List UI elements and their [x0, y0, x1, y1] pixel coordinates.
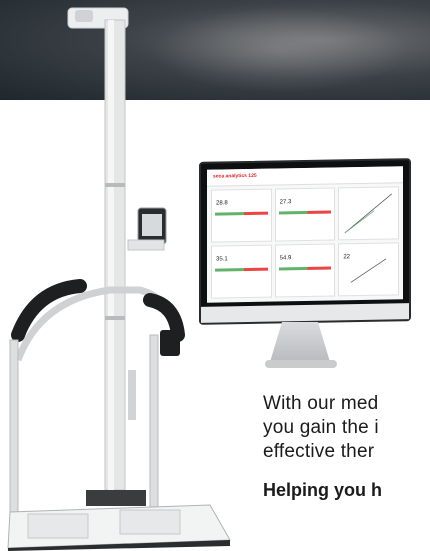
result-tile: 35.1	[211, 244, 272, 299]
app-header: seca analytics 125	[207, 166, 403, 187]
monitor-stand	[270, 322, 330, 362]
result-tile: 28.8	[211, 188, 272, 243]
monitor-image: seca analytics 125 28.8 27.3 35.1 54.9 2…	[199, 158, 411, 325]
result-value: 35.1	[216, 256, 228, 263]
monitor-stand-base	[265, 360, 337, 368]
result-tile-chart	[338, 186, 399, 241]
result-tile: 54.9	[274, 243, 336, 298]
intro-text-line: effective ther	[263, 441, 375, 462]
range-bar	[215, 267, 268, 272]
intro-text-block: With our med you gain the i effective th…	[263, 392, 430, 501]
results-grid: 28.8 27.3 35.1 54.9 22	[211, 186, 399, 299]
range-bar	[215, 211, 268, 216]
monitor-screen: seca analytics 125 28.8 27.3 35.1 54.9 2…	[199, 158, 411, 325]
intro-text-line: you gain the i	[263, 417, 379, 438]
result-value: 27.3	[279, 199, 292, 206]
result-value: 28.8	[216, 200, 228, 207]
result-tile: 22	[338, 242, 399, 297]
result-value: 54.9	[279, 255, 292, 262]
result-tile: 27.3	[274, 187, 336, 242]
analytics-app-screenshot: seca analytics 125 28.8 27.3 35.1 54.9 2…	[207, 166, 403, 303]
range-bar	[278, 210, 332, 215]
range-bar	[278, 266, 332, 271]
intro-text-line: With our med	[263, 393, 379, 414]
app-title: seca analytics 125	[213, 172, 257, 180]
monitor-bezel	[201, 303, 409, 323]
section-heading: Helping you h	[263, 480, 382, 500]
